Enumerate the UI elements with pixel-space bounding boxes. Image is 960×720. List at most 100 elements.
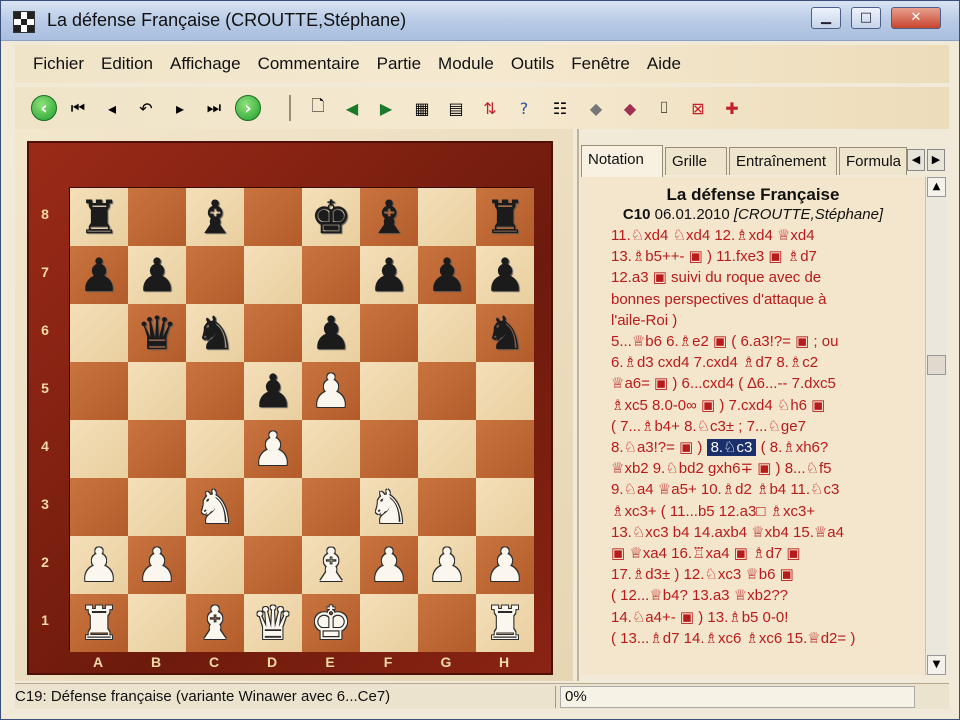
prev-move-icon[interactable]: ◂ — [99, 95, 125, 121]
notation-scrollbar[interactable]: ▲ ▼ — [925, 177, 947, 675]
move-line[interactable]: 11.♘xd4 ♘xd4 12.♗xd4 ♕xd4 — [611, 225, 915, 246]
black-pawn-icon[interactable]: ♟ — [252, 368, 293, 414]
square-e6[interactable]: ♟ — [302, 304, 360, 362]
move-line[interactable]: 5...♕b6 6.♗e2 ▣ ( 6.a3!?= ▣ ; ou — [611, 331, 915, 352]
move-line[interactable]: bonnes perspectives d'attaque à — [611, 289, 915, 310]
square-g4[interactable] — [418, 420, 476, 478]
square-b8[interactable] — [128, 188, 186, 246]
first-move-icon[interactable]: ⏮ — [65, 95, 91, 121]
takeback-icon[interactable]: ↶ — [133, 95, 159, 121]
back-green-icon[interactable]: ‹ — [31, 95, 57, 121]
square-g3[interactable] — [418, 478, 476, 536]
white-pawn-icon[interactable]: ♟ — [78, 542, 119, 588]
white-bishop-icon[interactable]: ♝ — [194, 600, 235, 646]
square-g7[interactable]: ♟ — [418, 246, 476, 304]
tab-formula[interactable]: Formula — [839, 147, 907, 175]
black-pawn-icon[interactable]: ♟ — [78, 252, 119, 298]
square-e2[interactable]: ♝ — [302, 536, 360, 594]
menu-commentaire[interactable]: Commentaire — [258, 54, 360, 74]
tab-grille[interactable]: Grille — [665, 147, 727, 175]
menu-affichage[interactable]: Affichage — [170, 54, 241, 74]
white-knight-icon[interactable]: ♞ — [194, 484, 235, 530]
menu-fenetre[interactable]: Fenêtre — [571, 54, 630, 74]
tab-notation[interactable]: Notation — [581, 145, 663, 177]
white-pawn-icon[interactable]: ♟ — [484, 542, 525, 588]
square-g8[interactable] — [418, 188, 476, 246]
maximize-button[interactable]: □ — [851, 7, 881, 29]
camera-icon[interactable]: ⌷ — [651, 95, 677, 121]
square-e7[interactable] — [302, 246, 360, 304]
square-a6[interactable] — [70, 304, 128, 362]
save-all-icon[interactable]: ▤ — [443, 95, 469, 121]
title-bar[interactable]: La défense Française (CROUTTE,Stéphane) … — [1, 1, 959, 41]
square-d3[interactable] — [244, 478, 302, 536]
white-knight-icon[interactable]: ♞ — [368, 484, 409, 530]
scroll-down-button[interactable]: ▼ — [927, 655, 946, 675]
square-f5[interactable] — [360, 362, 418, 420]
square-g2[interactable]: ♟ — [418, 536, 476, 594]
square-c3[interactable]: ♞ — [186, 478, 244, 536]
square-h7[interactable]: ♟ — [476, 246, 534, 304]
arrow-left-icon[interactable]: ◀ — [339, 95, 365, 121]
square-c6[interactable]: ♞ — [186, 304, 244, 362]
square-d2[interactable] — [244, 536, 302, 594]
square-f4[interactable] — [360, 420, 418, 478]
move-line[interactable]: ♗xc5 8.0-0∞ ▣ ) 7.cxd4 ♘h6 ▣ — [611, 395, 915, 416]
menu-edition[interactable]: Edition — [101, 54, 153, 74]
square-b6[interactable]: ♛ — [128, 304, 186, 362]
black-pawn-icon[interactable]: ♟ — [136, 252, 177, 298]
square-a4[interactable] — [70, 420, 128, 478]
square-b2[interactable]: ♟ — [128, 536, 186, 594]
move-line[interactable]: 13.♘xc3 b4 14.axb4 ♕xb4 15.♕a4 — [611, 522, 915, 543]
square-g1[interactable] — [418, 594, 476, 652]
square-f3[interactable]: ♞ — [360, 478, 418, 536]
square-e3[interactable] — [302, 478, 360, 536]
close-button[interactable]: ✕ — [891, 7, 941, 29]
eraser2-icon[interactable]: ◆ — [617, 95, 643, 121]
chess-board[interactable]: ♜ ♝ ♚ ♝ ♜ ♟ ♟ ♟ ♟ ♟ ♛ ♞ ♟ ♞ ♟ ♟ ♟ ♞ ♞ ♟ ♟ ♝ ♟ ♟ ♟ ♜ ♝ ♛ ♚ ♜ — [69, 187, 534, 652]
black-pawn-icon[interactable]: ♟ — [426, 252, 467, 298]
arrow-right-icon[interactable]: ▶ — [373, 95, 399, 121]
move-line[interactable]: ▣ ♕xa4 16.♖xa4 ▣ ♗d7 ▣ — [611, 543, 915, 564]
new-document-icon[interactable]: 🗋 — [305, 95, 331, 121]
black-king-icon[interactable]: ♚ — [310, 194, 351, 240]
menu-fichier[interactable]: Fichier — [33, 54, 84, 74]
square-d8[interactable] — [244, 188, 302, 246]
move-line[interactable]: l'aile-Roi ) — [611, 310, 915, 331]
square-h4[interactable] — [476, 420, 534, 478]
square-c1[interactable]: ♝ — [186, 594, 244, 652]
move-line[interactable]: 14.♘a4+- ▣ ) 13.♗b5 0-0! — [611, 607, 915, 628]
black-pawn-icon[interactable]: ♟ — [368, 252, 409, 298]
square-a3[interactable] — [70, 478, 128, 536]
square-h2[interactable]: ♟ — [476, 536, 534, 594]
white-queen-icon[interactable]: ♛ — [252, 600, 293, 646]
save-icon[interactable]: ▦ — [409, 95, 435, 121]
square-d6[interactable] — [244, 304, 302, 362]
square-a8[interactable]: ♜ — [70, 188, 128, 246]
tab-scroll-right-button[interactable]: ▶ — [927, 149, 945, 171]
black-queen-icon[interactable]: ♛ — [136, 310, 177, 356]
square-a2[interactable]: ♟ — [70, 536, 128, 594]
menu-aide[interactable]: Aide — [647, 54, 681, 74]
black-bishop-icon[interactable]: ♝ — [368, 194, 409, 240]
move-line[interactable]: 9.♘a4 ♕a5+ 10.♗d2 ♗b4 11.♘c3 — [611, 479, 915, 500]
move-line[interactable]: ( 12...♕b4? 13.a3 ♕xb2?? — [611, 585, 915, 606]
square-f8[interactable]: ♝ — [360, 188, 418, 246]
square-e5[interactable]: ♟ — [302, 362, 360, 420]
square-h1[interactable]: ♜ — [476, 594, 534, 652]
next-move-icon[interactable]: ▸ — [167, 95, 193, 121]
square-b4[interactable] — [128, 420, 186, 478]
square-b1[interactable] — [128, 594, 186, 652]
square-a5[interactable] — [70, 362, 128, 420]
white-pawn-icon[interactable]: ♟ — [310, 368, 351, 414]
square-c7[interactable] — [186, 246, 244, 304]
black-rook-icon[interactable]: ♜ — [78, 194, 119, 240]
square-d4[interactable]: ♟ — [244, 420, 302, 478]
square-d7[interactable] — [244, 246, 302, 304]
move-line[interactable]: ( 7...♗b4+ 8.♘c3± ; 7...♘ge7 — [611, 416, 915, 437]
white-rook-icon[interactable]: ♜ — [78, 600, 119, 646]
black-knight-icon[interactable]: ♞ — [484, 310, 525, 356]
properties-icon[interactable]: ☷ — [547, 95, 573, 121]
white-pawn-icon[interactable]: ♟ — [426, 542, 467, 588]
move-line[interactable]: ♗xc3+ ( 11...b5 12.a3□ ♗xc3+ — [611, 501, 915, 522]
